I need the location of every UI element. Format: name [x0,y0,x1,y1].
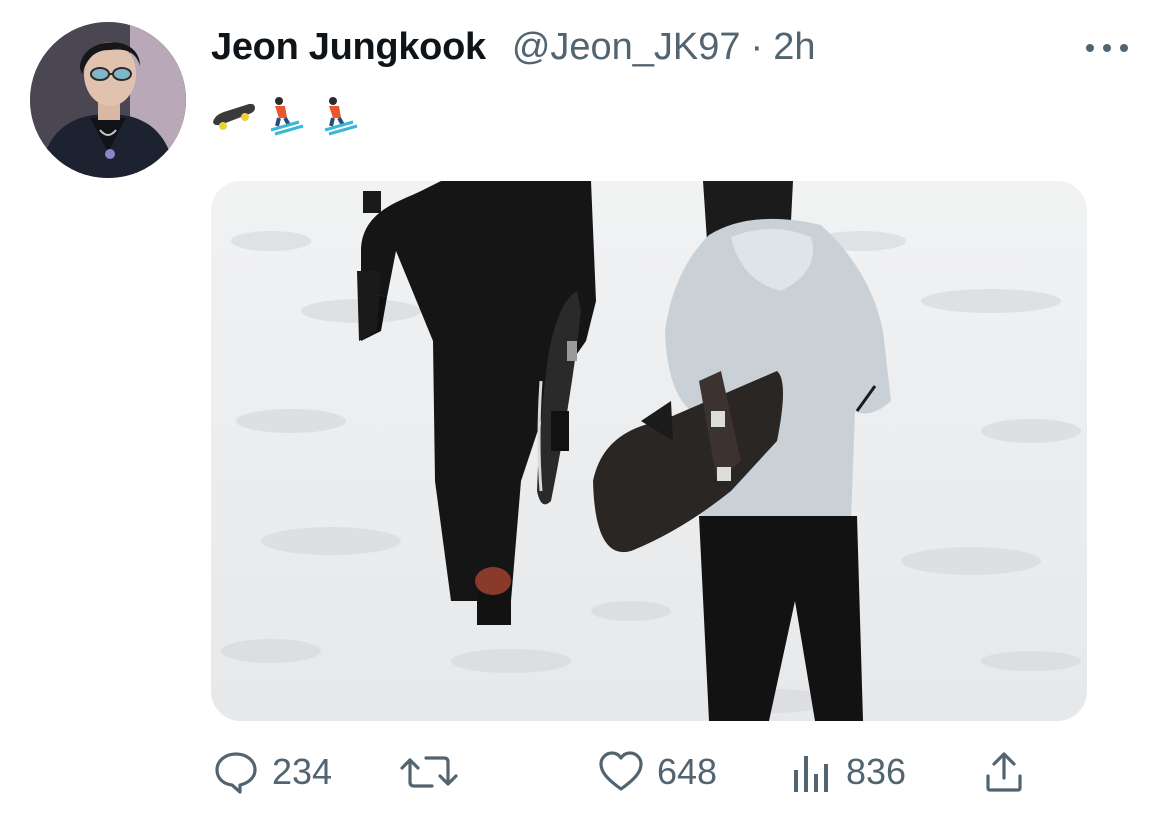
share-button[interactable] [982,748,1026,796]
skier-emoji [324,97,358,136]
reply-count: 234 [272,751,333,792]
share-icon [982,748,1026,796]
separator: · [750,26,764,68]
like-count: 648 [657,751,718,792]
skier-emoji [270,97,304,136]
skateboard-emoji [213,103,255,130]
like-button[interactable]: 648 [597,748,717,796]
heart-icon [597,748,645,796]
views-button[interactable]: 836 [790,748,906,796]
tweet-media[interactable] [211,181,1087,721]
views-chart-icon [790,748,834,796]
tweet-actions: 234 648 836 [212,748,1042,796]
author-name[interactable]: Jeon Jungkook [211,26,486,69]
tweet-time[interactable]: 2h [773,26,815,69]
retweet-button[interactable] [400,748,460,796]
avatar-image [30,22,186,178]
views-count: 836 [846,751,907,792]
more-options-icon[interactable] [1086,38,1128,58]
reply-icon [212,748,260,796]
reply-button[interactable]: 234 [212,748,332,796]
tweet-header: Jeon Jungkook @Jeon_JK97 · 2h [211,26,815,69]
avatar[interactable] [30,22,186,178]
retweet-icon [400,748,460,796]
snow-photo [211,181,1087,721]
author-handle[interactable]: @Jeon_JK97 [512,26,741,69]
tweet-text [211,96,371,136]
